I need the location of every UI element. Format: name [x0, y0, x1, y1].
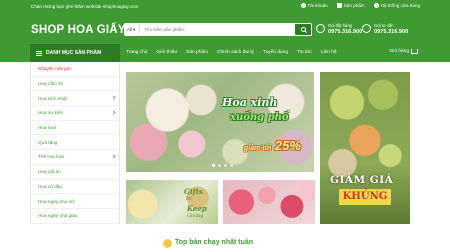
products-link[interactable]: Sản phẩm	[336, 3, 365, 8]
chevron-right-icon	[111, 110, 116, 115]
slider-dot[interactable]	[212, 164, 215, 167]
sidebar-item-label: Hoa sự kiện	[38, 110, 64, 116]
sidebar-item-label: Hoa sinh nhật	[38, 95, 67, 101]
location-icon	[373, 3, 379, 8]
nav-item-agency-policy[interactable]: Chính sách đại lý	[217, 50, 254, 55]
sidebar-item-birthday[interactable]: Hoa sinh nhật	[31, 91, 119, 107]
sidebar-item-label: Thế loại hoa	[38, 154, 64, 160]
search-button[interactable]	[295, 24, 311, 35]
gift-promo-line4: Giving	[187, 213, 204, 219]
chevron-right-icon	[111, 154, 116, 159]
category-menu-label: DANH MỤC SẢN PHẨM	[46, 50, 102, 56]
sale-promo-line2: KHỦNG	[339, 189, 391, 205]
order-hotline-label: Gọi đặt hàng	[328, 23, 352, 28]
sidebar-item-arranged-flowers[interactable]: Hoa cắm ốn	[31, 77, 119, 92]
slider-dots	[212, 164, 233, 167]
phone-icon	[316, 24, 325, 33]
sidebar-item-promotion[interactable]: Khuyến mãi góc	[31, 62, 119, 77]
section-title: Top bán chạy nhất tuần	[175, 239, 254, 246]
banner-discount-prefix: giảm tới	[244, 145, 272, 152]
order-hotline-number: 0975.316.900	[328, 29, 363, 35]
nav-item-recruitment[interactable]: Tuyển dụng	[263, 50, 288, 55]
star-icon	[163, 239, 172, 248]
cart-button[interactable]: Giỏ hàng	[390, 49, 418, 54]
consult-hotline[interactable]: Gọi tư vấn 0975.316.900	[362, 23, 408, 35]
gift-promo-line2: to	[186, 196, 192, 202]
nav-item-home[interactable]: Trang chủ	[126, 50, 147, 55]
roses-promo-banner[interactable]	[223, 180, 315, 224]
sale-promo-line1: GIẢM GIÁ	[330, 174, 394, 186]
menu-icon	[36, 50, 42, 56]
consult-hotline-label: Gọi tư vấn	[374, 23, 394, 28]
user-icon	[300, 3, 306, 8]
sidebar-item-teachers-day[interactable]: Hoa ngày nhà giáo	[31, 209, 119, 224]
sidebar-item-label: Hoa ngày phụ nữ	[38, 198, 75, 204]
top-links: Tài khoản Sản phẩm Hệ thống cửa hàng	[300, 3, 420, 8]
nav-items: Trang chủ Giới thiệu Sản phẩm Chính sách…	[126, 50, 337, 55]
sidebar-item-gifts[interactable]: Quà tặng	[31, 135, 119, 151]
sidebar-item-fresh-flowers[interactable]: Hoa tươi	[31, 121, 119, 136]
gift-promo-line1: Gifts	[184, 187, 203, 196]
sale-promo-banner[interactable]: GIẢM GIÁ KHỦNG	[320, 72, 410, 224]
banner-discount: giảm tới 25%	[244, 138, 301, 153]
header: SHOP HOA GIẤY All▾ Gọi đặt hàng 0975.316…	[0, 14, 450, 44]
banner-title-line1: Hoa xinh	[222, 96, 278, 109]
sidebar-item-label: Hoa cô dâu	[38, 183, 62, 189]
search-bar: All ▾	[124, 23, 312, 36]
sidebar-item-label: Khuyến mãi góc	[38, 66, 72, 72]
search-icon	[300, 27, 306, 32]
slider-dot[interactable]	[230, 164, 233, 167]
sidebar-item-bridal[interactable]: Hoa cô dâu	[31, 180, 119, 195]
cart-icon	[336, 3, 342, 8]
sidebar-item-label: Hoa cắt ảo	[38, 169, 61, 175]
gift-promo-line3: Keep	[187, 204, 207, 213]
cart-label: Giỏ hàng	[389, 49, 409, 54]
products-link-label: Sản phẩm	[343, 3, 365, 8]
sidebar-item-label: Hoa tươi	[38, 125, 57, 131]
bestseller-section-header: Top bán chạy nhất tuần	[0, 236, 450, 252]
category-menu-button[interactable]: DANH MỤC SẢN PHẨM	[30, 44, 120, 62]
search-input[interactable]	[140, 27, 271, 32]
slider-dot[interactable]	[218, 164, 221, 167]
sidebar-item-label: Quà tặng	[38, 139, 58, 145]
banner-title-line2: xuống phố	[230, 112, 289, 123]
nav-item-about[interactable]: Giới thiệu	[156, 50, 177, 55]
main-nav: DANH MỤC SẢN PHẨM Trang chủ Giới thiệu S…	[0, 44, 450, 62]
phone-icon	[362, 24, 371, 33]
account-link[interactable]: Tài khoản	[300, 3, 328, 8]
sidebar-item-label: Hoa cắm ốn	[38, 81, 64, 87]
welcome-text: Chào mừng bạn ghé thăm website shophoagi…	[31, 4, 139, 9]
consult-hotline-number: 0975.316.900	[374, 29, 409, 35]
sidebar-item-label: Hoa ngày nhà giáo	[38, 213, 78, 219]
account-link-label: Tài khoản	[307, 3, 328, 8]
chevron-down-icon: ▾	[133, 27, 136, 32]
top-bar: Chào mừng bạn ghé thăm website shophoagi…	[0, 0, 450, 14]
search-category-select[interactable]: All ▾	[124, 25, 141, 34]
banner-discount-value: 25%	[274, 138, 301, 153]
slider-dot[interactable]	[224, 164, 227, 167]
basket-icon	[411, 49, 418, 54]
site-logo[interactable]: SHOP HOA GIẤY	[31, 24, 126, 36]
stores-link-label: Hệ thống cửa hàng	[380, 3, 420, 8]
chevron-right-icon	[111, 95, 116, 100]
sidebar-item-flower-types[interactable]: Thế loại hoa	[31, 150, 119, 165]
category-sidebar: Khuyến mãi góc Hoa cắm ốn Hoa sinh nhật …	[30, 62, 120, 224]
sidebar-item-womens-day[interactable]: Hoa ngày phụ nữ	[31, 194, 119, 209]
hero-banner[interactable]: Hoa xinh xuống phố giảm tới 25%	[126, 72, 314, 172]
gift-promo-banner[interactable]: Gifts to Keep Giving	[126, 180, 218, 224]
nav-item-contact[interactable]: Liên hệ	[321, 50, 337, 55]
sidebar-item-events[interactable]: Hoa sự kiện	[31, 106, 119, 121]
stores-link[interactable]: Hệ thống cửa hàng	[373, 3, 420, 8]
nav-item-products[interactable]: Sản phẩm	[186, 50, 208, 55]
search-category-value: All	[127, 27, 133, 32]
order-hotline[interactable]: Gọi đặt hàng 0975.316.900	[316, 23, 362, 35]
nav-item-news[interactable]: Tin tức	[297, 50, 312, 55]
sidebar-item-artificial[interactable]: Hoa cắt ảo	[31, 165, 119, 180]
